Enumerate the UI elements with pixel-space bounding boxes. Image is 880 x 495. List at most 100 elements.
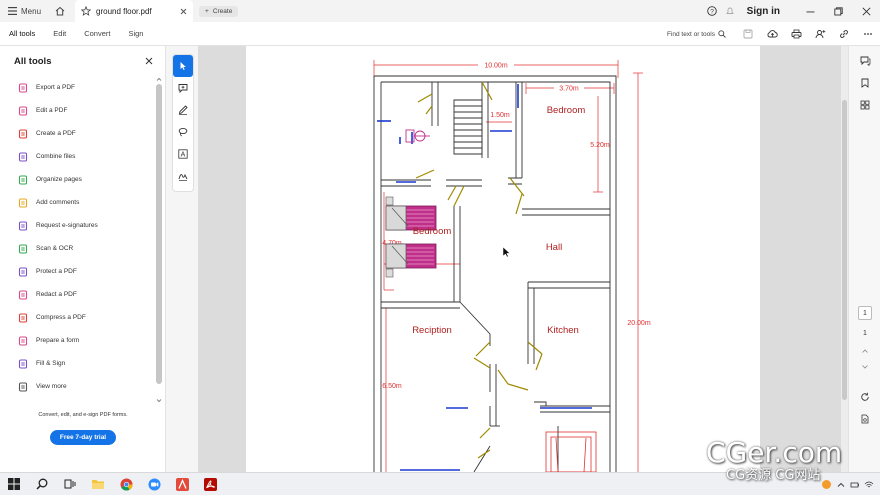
create-button[interactable]: + Create [199, 5, 239, 17]
bookmarks-button[interactable] [849, 72, 880, 94]
search-icon [718, 30, 726, 38]
tool-item-export-a-pdf[interactable]: Export a PDF [0, 76, 154, 99]
minimize-button[interactable] [796, 0, 824, 22]
scroll-down-icon[interactable] [155, 398, 163, 404]
comments-panel-button[interactable] [849, 50, 880, 72]
document-properties-button[interactable] [849, 408, 880, 430]
save-icon [743, 29, 753, 39]
link-icon [840, 30, 848, 38]
panel-scrollbar[interactable] [155, 76, 163, 406]
upload-button[interactable] [760, 22, 784, 46]
taskbar-search-button[interactable] [28, 473, 56, 495]
close-panel-icon[interactable] [145, 57, 153, 65]
more-options-button[interactable] [856, 22, 880, 46]
tool-item-organize-pages[interactable]: Organize pages [0, 168, 154, 191]
tool-item-compress-a-pdf[interactable]: Compress a PDF [0, 306, 154, 329]
tool-item-label: Request e-signatures [36, 222, 98, 229]
dim-label-top-width: 10.00m [484, 63, 508, 70]
share-button[interactable] [808, 22, 832, 46]
current-page-input[interactable]: 1 [858, 306, 872, 320]
thumbnails-button[interactable] [849, 94, 880, 116]
star-icon[interactable] [81, 6, 92, 16]
quick-tools-strip: A [166, 46, 198, 472]
adobe-acrobat-button[interactable] [168, 473, 196, 495]
highlight-tool[interactable] [173, 99, 193, 121]
tool-item-redact-a-pdf[interactable]: Redact a PDF [0, 283, 154, 306]
file-explorer-button[interactable] [84, 473, 112, 495]
tool-item-edit-a-pdf[interactable]: Edit a PDF [0, 99, 154, 122]
comment-tool[interactable] [173, 77, 193, 99]
close-window-button[interactable] [852, 0, 880, 22]
acrobat-logo-icon [175, 477, 189, 491]
print-button[interactable] [784, 22, 808, 46]
comment-add-icon [178, 84, 188, 93]
rotate-button[interactable] [849, 386, 880, 408]
document-scrollbar-thumb[interactable] [842, 100, 847, 400]
bookmark-icon [861, 78, 869, 88]
tool-item-label: Add comments [36, 199, 80, 206]
total-pages: 1 [863, 329, 867, 337]
tool-item-scan-ocr[interactable]: Scan & OCR [0, 237, 154, 260]
tool-item-protect-a-pdf[interactable]: Protect a PDF [0, 260, 154, 283]
compress-pdf-icon [18, 312, 28, 323]
zoom-button[interactable] [140, 473, 168, 495]
svg-text:?: ? [710, 8, 714, 15]
sign-tool[interactable] [173, 165, 193, 187]
restore-button[interactable] [824, 0, 852, 22]
signature-icon [178, 173, 188, 181]
panel-title: All tools [14, 55, 52, 67]
adobe-reader-button[interactable] [196, 473, 224, 495]
redact-pdf-icon [18, 289, 28, 300]
menu-button[interactable]: Menu [0, 0, 49, 22]
chrome-icon [120, 478, 132, 491]
menu-sign[interactable]: Sign [119, 22, 152, 46]
text-tool[interactable]: A [173, 143, 193, 165]
menu-all-tools[interactable]: All tools [0, 22, 44, 46]
organize-pages-icon [18, 174, 28, 185]
document-scrollbar[interactable] [841, 46, 848, 472]
grid-icon [860, 100, 870, 110]
panel-scrollbar-thumb[interactable] [156, 84, 162, 384]
lasso-icon [178, 127, 188, 137]
select-tool[interactable] [173, 55, 193, 77]
help-button[interactable]: ? [703, 0, 721, 22]
save-button[interactable] [736, 22, 760, 46]
task-view-button[interactable] [56, 473, 84, 495]
sign-in-button[interactable]: Sign in [747, 6, 780, 17]
tool-item-prepare-a-form[interactable]: Prepare a form [0, 329, 154, 352]
document-view[interactable]: 10.00m 3.70m 1.50m 5.20m 4.70m 20.00m 6.… [198, 46, 848, 472]
tool-item-label: Protect a PDF [36, 268, 77, 275]
start-button[interactable] [0, 473, 28, 495]
find-label: Find text or tools [666, 30, 715, 38]
chrome-button[interactable] [112, 473, 140, 495]
watermark: CGer.com CG资源 CG网站 [706, 438, 876, 488]
close-tab-icon[interactable] [180, 8, 187, 15]
walls [373, 75, 617, 472]
home-button[interactable] [49, 0, 71, 22]
copy-link-button[interactable] [832, 22, 856, 46]
page-down-icon[interactable] [861, 364, 869, 370]
tool-item-view-more[interactable]: View more [0, 375, 154, 398]
scroll-up-icon[interactable] [155, 76, 163, 82]
tool-item-combine-files[interactable]: Combine files [0, 145, 154, 168]
comments-icon [860, 56, 870, 66]
free-trial-button[interactable]: Free 7-day trial [49, 430, 117, 445]
tool-item-add-comments[interactable]: Add comments [0, 191, 154, 214]
document-tab[interactable]: ground floor.pdf [75, 0, 194, 22]
tool-item-label: Export a PDF [36, 84, 76, 91]
page-up-icon[interactable] [861, 348, 869, 354]
draw-tool[interactable] [173, 121, 193, 143]
minimize-icon [806, 11, 814, 12]
printer-icon [791, 29, 801, 39]
kitchen-appliance [545, 431, 597, 472]
tool-item-request-e-signatures[interactable]: Request e-signatures [0, 214, 154, 237]
menu-convert[interactable]: Convert [75, 22, 119, 46]
tool-item-label: Fill & Sign [36, 360, 66, 367]
export-pdf-icon [18, 82, 28, 93]
scan-ocr-icon [18, 243, 28, 254]
notifications-button[interactable] [721, 0, 739, 22]
find-text-or-tools-button[interactable]: Find text or tools [667, 30, 726, 38]
tool-item-create-a-pdf[interactable]: Create a PDF [0, 122, 154, 145]
menu-edit[interactable]: Edit [44, 22, 75, 46]
tool-item-fill-sign[interactable]: Fill & Sign [0, 352, 154, 375]
